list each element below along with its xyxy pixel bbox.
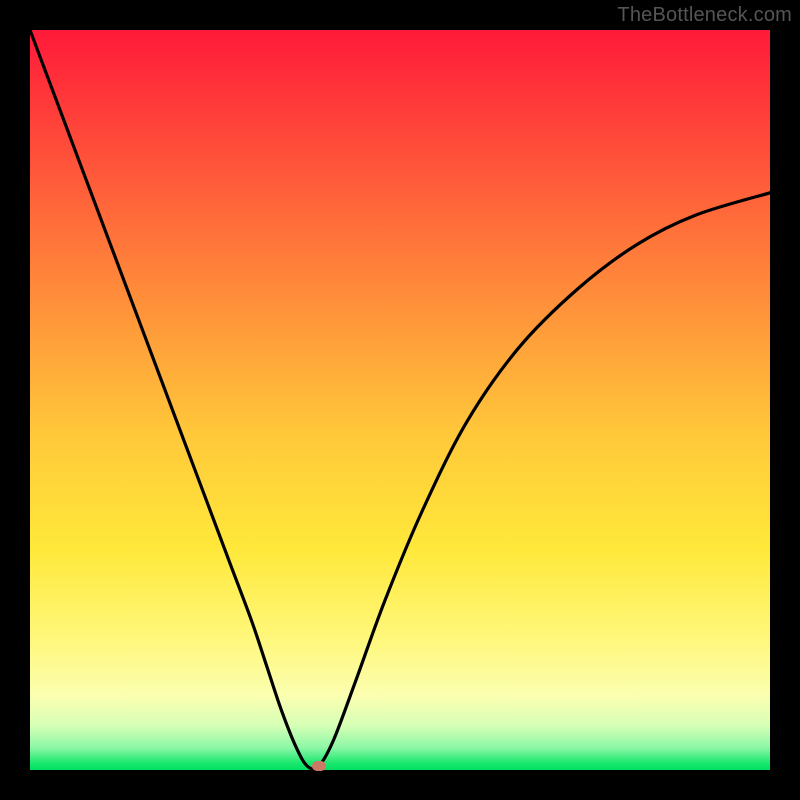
optimum-marker bbox=[312, 761, 326, 771]
chart-frame: TheBottleneck.com bbox=[0, 0, 800, 800]
watermark-text: TheBottleneck.com bbox=[617, 4, 792, 27]
bottleneck-curve bbox=[30, 30, 770, 770]
plot-area bbox=[30, 30, 770, 770]
